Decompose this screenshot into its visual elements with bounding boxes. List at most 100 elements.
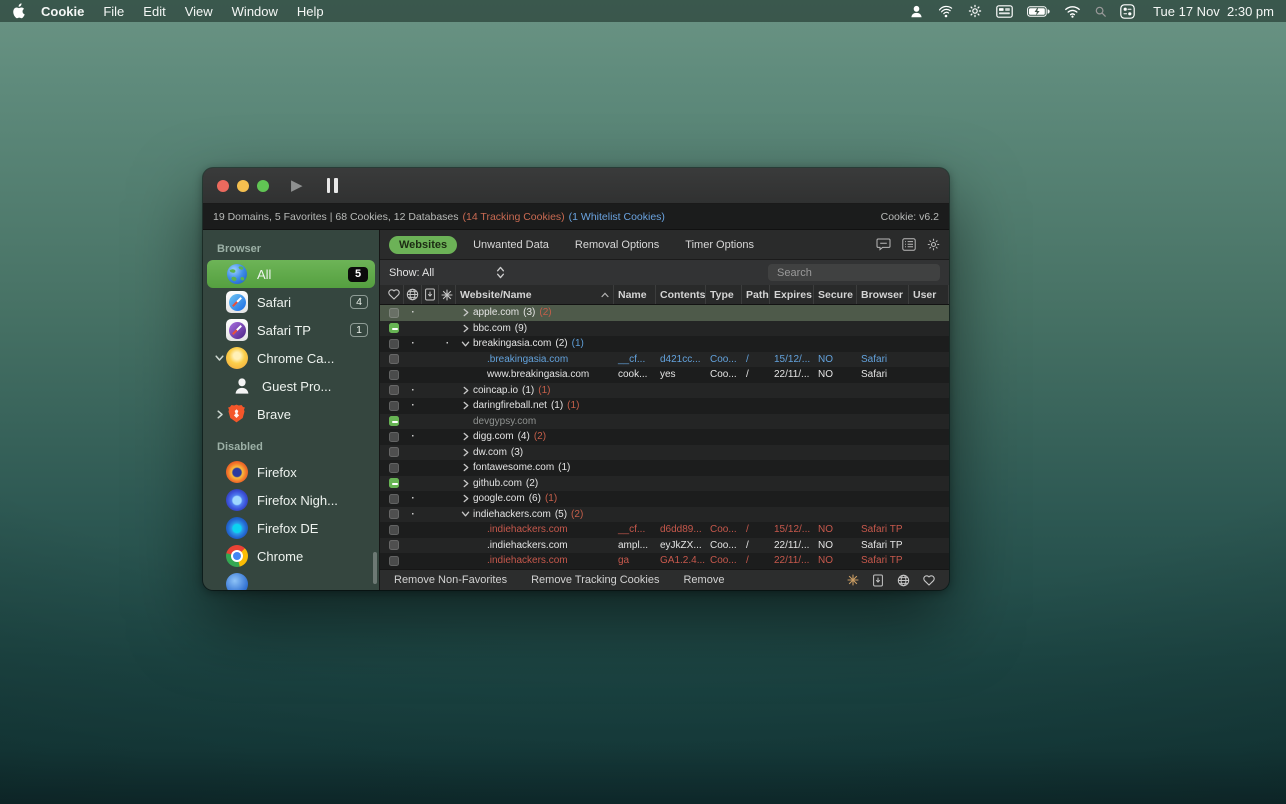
sidebar-item-firefox[interactable]: Firefox xyxy=(207,458,375,486)
disclosure-collapsed-icon[interactable] xyxy=(460,463,471,472)
sidebar-scrollbar[interactable] xyxy=(373,552,377,584)
sidebar-item-chrome-ca[interactable]: Chrome Ca... xyxy=(207,344,375,372)
sidebar-item-chrome[interactable]: Chrome xyxy=(207,542,375,570)
table-row[interactable]: dw.com(3) xyxy=(380,445,949,461)
disclosure-expanded-icon[interactable] xyxy=(460,510,471,518)
heart-column-header[interactable] xyxy=(384,285,404,304)
column-header-path[interactable]: Path xyxy=(742,285,770,304)
table-row[interactable]: ·daringfireball.net(1)(1) xyxy=(380,398,949,414)
table-row[interactable]: ··breakingasia.com(2)(1) xyxy=(380,336,949,352)
row-checkbox[interactable] xyxy=(389,339,399,349)
sidebar-item-safari-tp[interactable]: Safari TP1 xyxy=(207,316,375,344)
notes-list-icon[interactable] xyxy=(902,238,916,251)
row-checkbox[interactable] xyxy=(389,416,399,426)
hotspot-icon[interactable] xyxy=(938,4,954,19)
tab-timer-options[interactable]: Timer Options xyxy=(675,236,764,254)
show-filter-stepper-icon[interactable] xyxy=(496,266,505,279)
sidebar-item-firefox-de[interactable]: Firefox DE xyxy=(207,514,375,542)
column-header-contents[interactable]: Contents xyxy=(656,285,706,304)
remove-tracking-cookies-button[interactable]: Remove Tracking Cookies xyxy=(531,574,659,586)
sidebar-item-all[interactable]: All5 xyxy=(207,260,375,288)
column-header-user[interactable]: User xyxy=(909,285,949,304)
row-checkbox[interactable] xyxy=(389,540,399,550)
search-field[interactable] xyxy=(768,264,940,281)
pause-icon[interactable] xyxy=(327,178,338,193)
sidebar-item-brave[interactable]: Brave xyxy=(207,400,375,428)
row-checkbox[interactable] xyxy=(389,556,399,566)
control-center-icon[interactable] xyxy=(1120,4,1135,19)
disclosure-collapsed-icon[interactable] xyxy=(460,308,471,317)
search-input[interactable] xyxy=(777,267,935,279)
zoom-button[interactable] xyxy=(257,180,269,192)
column-header-type[interactable]: Type xyxy=(706,285,742,304)
table-row[interactable]: ·digg.com(4)(2) xyxy=(380,429,949,445)
row-checkbox[interactable] xyxy=(389,432,399,442)
row-checkbox[interactable] xyxy=(389,323,399,333)
table-row[interactable]: ·google.com(6)(1) xyxy=(380,491,949,507)
show-filter-label[interactable]: Show: All xyxy=(389,267,434,279)
table-row[interactable]: .indiehackers.comgaGA1.2.4...Coo.../22/1… xyxy=(380,553,949,569)
table-row[interactable]: .indiehackers.com__cf...d6dd89...Coo.../… xyxy=(380,522,949,538)
play-icon[interactable]: ▶ xyxy=(291,178,303,193)
column-header-website-name[interactable]: Website/Name xyxy=(456,285,614,304)
row-checkbox[interactable] xyxy=(389,401,399,411)
row-checkbox[interactable] xyxy=(389,525,399,535)
row-checkbox[interactable] xyxy=(389,385,399,395)
table-row[interactable]: www.breakingasia.comcook...yesCoo.../22/… xyxy=(380,367,949,383)
menu-app-name[interactable]: Cookie xyxy=(41,4,84,19)
apple-menu-icon[interactable] xyxy=(12,3,25,19)
tab-websites[interactable]: Websites xyxy=(389,236,457,254)
menu-file[interactable]: File xyxy=(103,4,124,19)
disclosure-collapsed-icon[interactable] xyxy=(460,386,471,395)
page-arrow-column-header[interactable] xyxy=(422,285,439,304)
menu-view[interactable]: View xyxy=(185,4,213,19)
menu-clock[interactable]: Tue 17 Nov 2:30 pm xyxy=(1153,4,1274,19)
column-header-name[interactable]: Name xyxy=(614,285,656,304)
wifi-icon[interactable] xyxy=(1064,5,1081,18)
gear-icon[interactable] xyxy=(968,4,982,18)
disclosure-collapsed-icon[interactable] xyxy=(460,479,471,488)
battery-charging-icon[interactable] xyxy=(1027,6,1050,17)
row-checkbox[interactable] xyxy=(389,370,399,380)
row-checkbox[interactable] xyxy=(389,494,399,504)
search-icon[interactable] xyxy=(1095,6,1106,17)
close-button[interactable] xyxy=(217,180,229,192)
remove-button[interactable]: Remove xyxy=(683,574,724,586)
column-header-expires[interactable]: Expires xyxy=(770,285,814,304)
snowflake-column-header[interactable] xyxy=(439,285,456,304)
globe-footer-icon[interactable] xyxy=(897,574,910,587)
disclosure-collapsed-icon[interactable] xyxy=(460,401,471,410)
sidebar-item-clipped[interactable] xyxy=(207,570,375,590)
table-row[interactable]: ·apple.com(3)(2) xyxy=(380,305,949,321)
row-checkbox[interactable] xyxy=(389,354,399,364)
menu-help[interactable]: Help xyxy=(297,4,324,19)
gear-icon[interactable] xyxy=(927,238,940,251)
table-row[interactable]: .breakingasia.com__cf...d421cc...Coo.../… xyxy=(380,352,949,368)
disclosure-collapsed-icon[interactable] xyxy=(460,324,471,333)
comment-bubble-icon[interactable] xyxy=(876,238,891,251)
globe-column-header[interactable] xyxy=(404,285,422,304)
table-row[interactable]: .indiehackers.comampl...eyJkZX...Coo.../… xyxy=(380,538,949,554)
snowflake-footer-icon[interactable] xyxy=(847,574,859,586)
disclosure-expanded-icon[interactable] xyxy=(460,340,471,348)
input-source-icon[interactable] xyxy=(996,5,1013,18)
table-row[interactable]: devgypsy.com xyxy=(380,414,949,430)
tab-unwanted-data[interactable]: Unwanted Data xyxy=(463,236,559,254)
user-icon[interactable] xyxy=(909,4,924,19)
column-header-secure[interactable]: Secure xyxy=(814,285,857,304)
column-header-browser[interactable]: Browser xyxy=(857,285,909,304)
sidebar-item-firefox-nigh[interactable]: Firefox Nigh... xyxy=(207,486,375,514)
sidebar-item-guest-pro[interactable]: Guest Pro... xyxy=(207,372,375,400)
table-row[interactable]: fontawesome.com(1) xyxy=(380,460,949,476)
table-row[interactable]: ·indiehackers.com(5)(2) xyxy=(380,507,949,523)
row-checkbox[interactable] xyxy=(389,509,399,519)
table-row[interactable]: github.com(2) xyxy=(380,476,949,492)
menu-window[interactable]: Window xyxy=(232,4,278,19)
disclosure-collapsed-icon[interactable] xyxy=(460,448,471,457)
page-arrow-footer-icon[interactable] xyxy=(872,574,884,587)
heart-footer-icon[interactable] xyxy=(923,575,935,586)
row-checkbox[interactable] xyxy=(389,308,399,318)
remove-non-favorites-button[interactable]: Remove Non-Favorites xyxy=(394,574,507,586)
row-checkbox[interactable] xyxy=(389,447,399,457)
sidebar-item-safari[interactable]: Safari4 xyxy=(207,288,375,316)
